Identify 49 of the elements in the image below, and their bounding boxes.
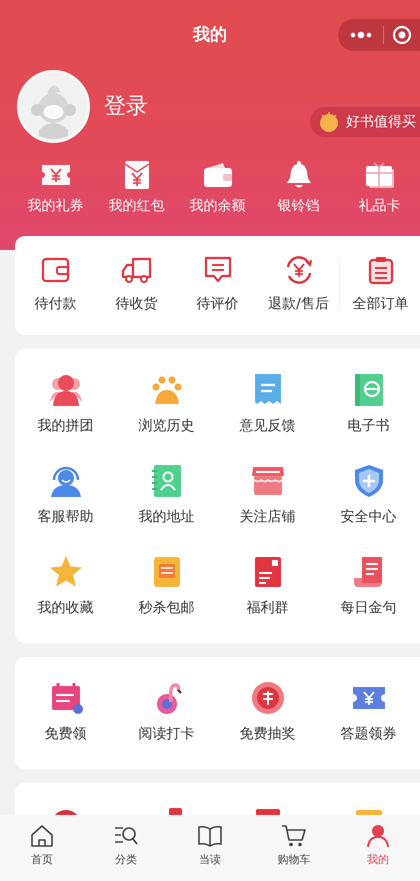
service-item[interactable]: 安全中心 — [318, 463, 419, 528]
bell-icon — [284, 160, 312, 190]
wallet-item[interactable]: 银铃铛 — [258, 160, 339, 217]
order-item[interactable]: 全部订单 — [340, 255, 420, 315]
order-item[interactable]: 待收货 — [96, 255, 177, 315]
wallet-icon — [40, 255, 70, 285]
profile-icon — [365, 823, 391, 849]
activity-item[interactable]: 免费领 — [15, 680, 116, 745]
tab-item[interactable]: 当读 — [168, 815, 252, 881]
order-item[interactable]: 待付款 — [15, 255, 96, 315]
login-link[interactable]: 登录 — [104, 90, 148, 123]
wallet-item[interactable]: 我的红包 — [96, 160, 177, 217]
tab-item[interactable]: 首页 — [0, 815, 84, 881]
promo-pill[interactable]: 好书值得买 — [310, 107, 420, 137]
tab-item[interactable]: 购物车 — [252, 815, 336, 881]
service-item[interactable]: 我的地址 — [116, 463, 217, 528]
order-item[interactable]: 待评价 — [177, 255, 258, 315]
order-item[interactable]: 退款/售后 — [258, 255, 339, 315]
gift-card-icon — [364, 160, 394, 190]
page-title: 我的 — [193, 24, 227, 47]
wallet-item[interactable]: 我的礼券 — [15, 160, 96, 217]
service-item[interactable]: 秒杀包邮 — [116, 554, 217, 619]
service-item[interactable]: 意见反馈 — [217, 372, 318, 437]
book-icon — [197, 823, 223, 849]
wallet-item[interactable]: 我的余额 — [177, 160, 258, 217]
home-icon — [29, 823, 55, 849]
group-icon — [48, 372, 84, 408]
wallet-icon — [202, 160, 232, 190]
activity-item[interactable]: 阅读打卡 — [116, 680, 217, 745]
service-item[interactable]: 关注店铺 — [217, 463, 318, 528]
comment-icon — [202, 255, 232, 285]
wallet-item[interactable]: 礼品卡 — [339, 160, 420, 217]
activity-item[interactable]: 免费抽奖 — [217, 680, 318, 745]
clipboard-icon — [368, 255, 394, 285]
service-item[interactable]: 客服帮助 — [15, 463, 116, 528]
truck-icon — [120, 255, 152, 285]
cart-icon — [281, 823, 307, 849]
tab-item[interactable]: 我的 — [336, 815, 420, 881]
coin-icon — [318, 111, 340, 133]
tab-item[interactable]: 分类 — [84, 815, 168, 881]
service-item[interactable]: 我的拼团 — [15, 372, 116, 437]
service-item[interactable]: 浏览历史 — [116, 372, 217, 437]
service-item[interactable]: 每日金句 — [318, 554, 419, 619]
service-item[interactable]: 福利群 — [217, 554, 318, 619]
prize-icon — [250, 680, 286, 716]
activity-item[interactable]: 答题领券 — [318, 680, 419, 745]
service-item[interactable]: 我的收藏 — [15, 554, 116, 619]
envelope-icon — [124, 160, 150, 190]
service-item[interactable]: 电子书 — [318, 372, 419, 437]
